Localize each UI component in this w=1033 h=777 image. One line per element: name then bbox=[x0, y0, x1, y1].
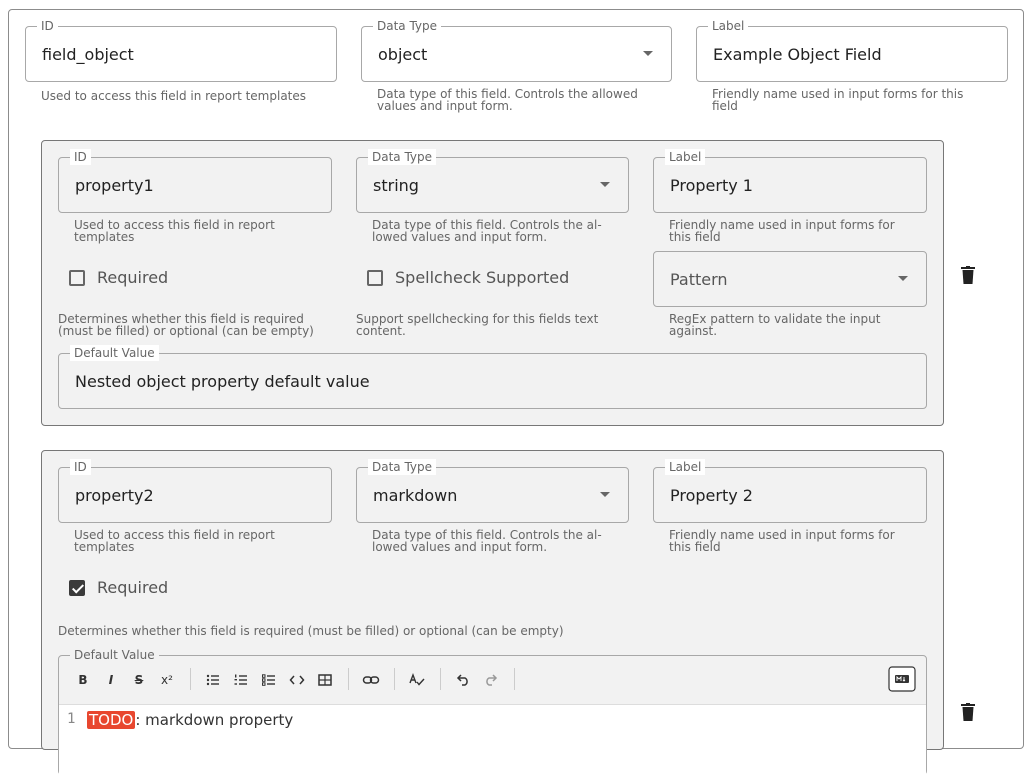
link-icon[interactable] bbox=[360, 668, 382, 692]
superscript-icon[interactable]: x² bbox=[156, 668, 178, 692]
property1-spellcheck-checkbox[interactable]: Spellcheck Supported bbox=[367, 268, 569, 287]
chevron-down-icon bbox=[643, 51, 653, 56]
redo-icon[interactable] bbox=[480, 668, 502, 692]
label-field[interactable]: Label Example Object Field bbox=[696, 18, 1008, 82]
property1-pattern-select[interactable]: Pattern bbox=[653, 251, 927, 307]
toolbar-divider bbox=[440, 668, 441, 690]
todo-highlight: TODO bbox=[87, 711, 136, 729]
id-field[interactable]: ID field_object bbox=[25, 18, 337, 82]
property2-required-label: Required bbox=[97, 578, 169, 597]
label-hint-2: field bbox=[712, 99, 738, 113]
property1-label-field[interactable]: Label Property 1 bbox=[653, 149, 927, 213]
property1-pattern-hint-2: against. bbox=[669, 324, 718, 338]
markdown-toggle-icon[interactable] bbox=[888, 666, 916, 692]
property1-label-hint-2: this field bbox=[669, 230, 721, 244]
toolbar-divider bbox=[348, 668, 349, 690]
property1-required-label: Required bbox=[97, 268, 169, 287]
property1-label-value: Property 1 bbox=[670, 175, 753, 195]
property2-label-hint-2: this field bbox=[669, 540, 721, 554]
property1-pattern-placeholder: Pattern bbox=[670, 269, 728, 289]
property1-spellcheck-hint-2: content. bbox=[356, 324, 406, 338]
bold-icon[interactable]: B bbox=[72, 668, 94, 692]
italic-icon[interactable]: I bbox=[100, 668, 122, 692]
checkbox-unchecked-icon[interactable] bbox=[69, 269, 85, 286]
undo-icon[interactable] bbox=[452, 668, 474, 692]
id-field-value: field_object bbox=[42, 44, 134, 64]
label-hint-1: Friendly name used in input forms for th… bbox=[712, 87, 964, 101]
property1-id-hint-2: templates bbox=[74, 230, 135, 244]
property1-data-type-select[interactable]: Data Type string bbox=[356, 149, 629, 213]
property2-required-hint: Determines whether this field is require… bbox=[58, 624, 564, 638]
property2-default-value-editor[interactable]: Default Value B I S x² 1 TODO: markdown… bbox=[58, 647, 927, 777]
property2-data-type-value: markdown bbox=[373, 485, 458, 505]
property1-data-type-value: string bbox=[373, 175, 419, 195]
property2-type-hint-2: lowed values and input form. bbox=[372, 540, 548, 554]
property2-label-field[interactable]: Label Property 2 bbox=[653, 459, 927, 523]
property1-default-value-field[interactable]: Default Value Nested object property def… bbox=[58, 345, 927, 409]
property1-required-checkbox[interactable]: Required bbox=[69, 268, 168, 287]
trash-icon[interactable] bbox=[961, 703, 975, 721]
spellcheck-icon[interactable] bbox=[406, 668, 428, 692]
table-icon[interactable] bbox=[314, 668, 336, 692]
id-field-hint: Used to access this field in report temp… bbox=[41, 89, 307, 103]
label-field-value: Example Object Field bbox=[713, 44, 882, 64]
property2-default-label: Default Value bbox=[70, 647, 159, 663]
property2-id-value: property2 bbox=[75, 485, 154, 505]
line-number: 1 bbox=[67, 711, 76, 727]
property2-required-checkbox[interactable]: Required bbox=[69, 578, 168, 597]
property1-required-hint-2: (must be filled) or optional (can be emp… bbox=[58, 324, 314, 338]
code-line: TODO: markdown property bbox=[87, 711, 293, 729]
checklist-icon[interactable] bbox=[258, 668, 280, 692]
property1-id-field[interactable]: ID property1 bbox=[58, 149, 332, 213]
property2-id-field[interactable]: ID property2 bbox=[58, 459, 332, 523]
chevron-down-icon bbox=[898, 276, 908, 281]
toolbar-divider bbox=[190, 668, 191, 690]
property1-type-hint-2: lowed values and input form. bbox=[372, 230, 548, 244]
trash-icon[interactable] bbox=[961, 266, 975, 284]
property2-id-hint-2: templates bbox=[74, 540, 135, 554]
code-text: : markdown property bbox=[135, 711, 294, 729]
toolbar-divider bbox=[394, 668, 395, 690]
data-type-select[interactable]: Data Type object bbox=[361, 18, 672, 82]
property1-id-value: property1 bbox=[75, 175, 154, 195]
code-icon[interactable] bbox=[286, 668, 308, 692]
property1-default-value: Nested object property default value bbox=[75, 371, 370, 391]
chevron-down-icon bbox=[600, 182, 610, 187]
bullet-list-icon[interactable] bbox=[202, 668, 224, 692]
toolbar-divider bbox=[514, 668, 515, 690]
property1-spellcheck-label: Spellcheck Supported bbox=[395, 268, 570, 287]
numbered-list-icon[interactable] bbox=[230, 668, 252, 692]
checkbox-unchecked-icon[interactable] bbox=[367, 269, 383, 286]
property2-data-type-select[interactable]: Data Type markdown bbox=[356, 459, 629, 523]
data-type-value: object bbox=[378, 44, 428, 64]
chevron-down-icon bbox=[600, 492, 610, 497]
data-type-hint-2: values and input form. bbox=[377, 99, 513, 113]
strikethrough-icon[interactable]: S bbox=[128, 668, 150, 692]
checkbox-checked-icon[interactable] bbox=[69, 579, 85, 596]
markdown-code-area[interactable]: 1 TODO: markdown property bbox=[59, 704, 926, 777]
property2-label-value: Property 2 bbox=[670, 485, 753, 505]
